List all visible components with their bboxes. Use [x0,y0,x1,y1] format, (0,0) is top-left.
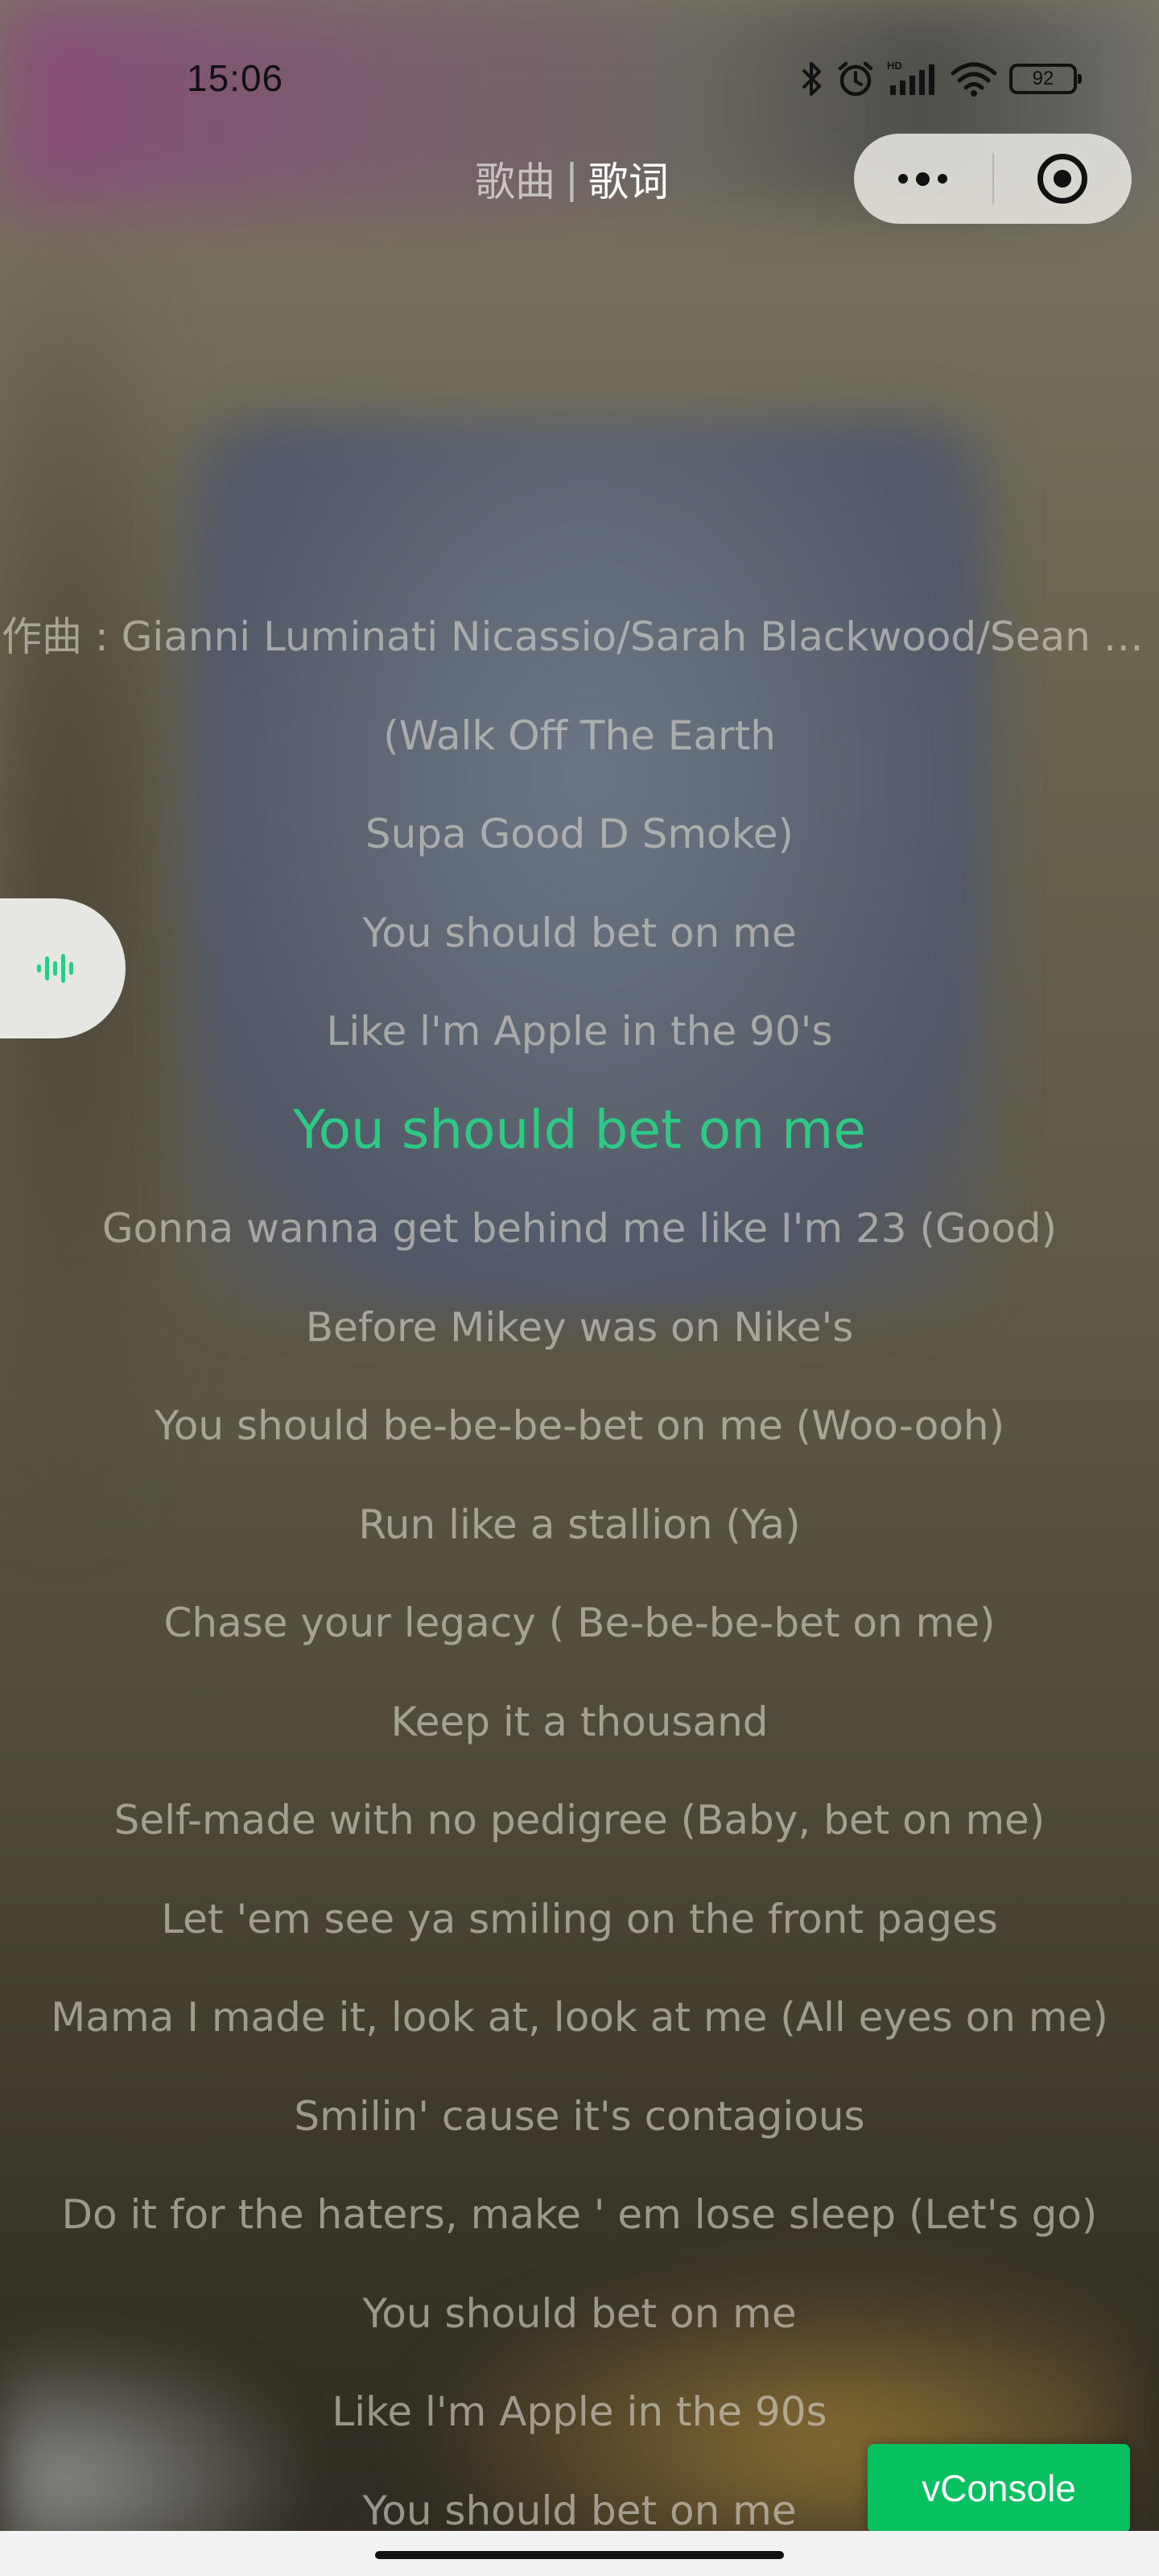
more-button[interactable] [854,134,992,224]
lyric-line-current[interactable]: You should bet on me [0,1081,1159,1180]
battery-level: 92 [1032,68,1054,89]
lyric-line[interactable]: Self-made with no pedigree (Baby, bet on… [0,1771,1159,1870]
tab-separator: | [565,155,579,202]
lyric-line[interactable]: Chase your legacy ( Be-be-be-bet on me) [0,1574,1159,1673]
vconsole-button[interactable]: vConsole [868,2444,1130,2533]
status-time: 15:06 [187,57,284,99]
lyrics-list[interactable]: 作曲 : Gianni Luminati Nicassio/Sarah Blac… [0,588,1159,2560]
tab-song[interactable]: 歌曲 [475,150,555,208]
lyric-line[interactable]: (Walk Off The Earth [0,687,1159,786]
lyric-line[interactable]: Like l'm Apple in the 90's [0,982,1159,1081]
lyric-line[interactable]: Do it for the haters, make ' em lose sle… [0,2165,1159,2264]
lyric-line-credits[interactable]: 作曲 : Gianni Luminati Nicassio/Sarah Blac… [0,588,1157,687]
close-target-icon [1037,154,1088,204]
lyric-line[interactable]: Let 'em see ya smiling on the front page… [0,1870,1159,1969]
close-button[interactable] [994,134,1132,224]
lyric-line[interactable]: Run like a stallion (Ya) [0,1476,1159,1575]
lyric-line[interactable]: Mama I made it, look at, look at me (All… [0,1968,1159,2067]
bluetooth-icon [802,62,821,96]
status-icons: HD 92 [800,58,1082,100]
hd-signal-icon: HD [887,60,934,95]
lyric-line[interactable]: You should bet on me [0,2264,1159,2363]
lyric-line[interactable]: Keep it a thousand [0,1673,1159,1772]
lyric-line[interactable]: You should be-be-be-bet on me (Woo-ooh) [0,1377,1159,1476]
battery-icon: 92 [1009,64,1082,94]
lyric-line[interactable]: Gonna wanna get behind me like I'm 23 (G… [0,1179,1159,1278]
alarm-icon [838,61,873,97]
home-indicator[interactable] [375,2551,784,2559]
tab-lyrics[interactable]: 歌词 [588,150,669,208]
lyric-line[interactable]: Before Mikey was on Nike's [0,1278,1159,1377]
more-dots-icon [898,171,948,186]
header-tabs: 歌曲 | 歌词 [475,147,669,211]
miniprogram-capsule [854,134,1132,224]
system-nav-bar [0,2531,1159,2576]
svg-text:HD: HD [887,60,902,72]
lyric-line[interactable]: You should bet on me [0,884,1159,983]
lyric-line[interactable]: Supa Good D Smoke) [0,785,1159,884]
lyric-line[interactable]: Smilin' cause it's contagious [0,2067,1159,2166]
wifi-icon [951,62,997,97]
